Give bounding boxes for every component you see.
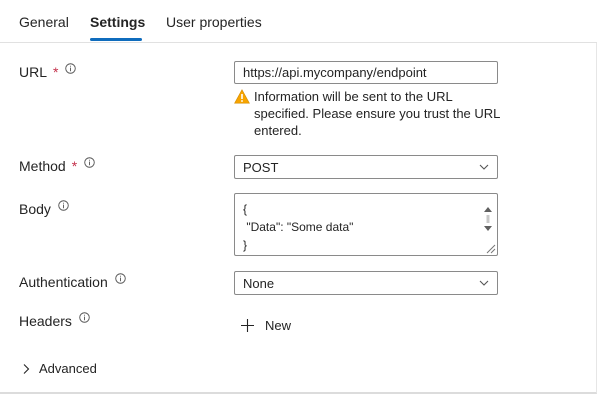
tab-general[interactable]: General xyxy=(19,14,69,30)
tab-settings[interactable]: Settings xyxy=(90,14,145,30)
chevron-down-icon xyxy=(479,280,489,286)
url-label-row: URL * xyxy=(19,62,77,80)
url-input[interactable]: https://api.mycompany/endpoint xyxy=(234,61,498,84)
warning-line-3: entered. xyxy=(254,123,302,138)
warning-line-1: Information will be sent to the URL xyxy=(254,89,453,104)
active-tab-indicator xyxy=(90,38,142,41)
warning-icon xyxy=(234,89,250,104)
body-textarea[interactable]: { "Data": "Some data" } xyxy=(234,193,498,256)
method-label-row: Method * xyxy=(19,156,95,174)
info-icon[interactable] xyxy=(58,199,69,211)
body-label: Body xyxy=(19,201,51,217)
resize-handle[interactable] xyxy=(484,242,496,254)
textarea-scrollbar[interactable] xyxy=(481,198,495,238)
info-icon[interactable] xyxy=(65,62,77,74)
url-warning: Information will be sent to the URL spec… xyxy=(234,88,504,139)
info-icon[interactable] xyxy=(84,156,95,168)
info-icon[interactable] xyxy=(115,272,126,284)
body-textarea-value: { "Data": "Some data" } xyxy=(243,202,354,252)
chevron-right-icon xyxy=(23,363,30,374)
authentication-label-row: Authentication xyxy=(19,272,126,290)
body-label-row: Body xyxy=(19,199,69,217)
headers-label: Headers xyxy=(19,313,72,329)
authentication-selected-value: None xyxy=(243,276,275,291)
authentication-select[interactable]: None xyxy=(234,271,498,295)
url-label: URL xyxy=(19,64,48,80)
tab-bar: General Settings User properties xyxy=(0,0,597,43)
new-header-button[interactable]: New xyxy=(240,318,291,333)
headers-label-row: Headers xyxy=(19,311,90,329)
warning-line-2: specified. Please ensure you trust the U… xyxy=(254,106,501,121)
chevron-down-icon xyxy=(479,164,489,170)
advanced-label: Advanced xyxy=(39,361,97,376)
method-selected-value: POST xyxy=(243,160,279,175)
plus-icon xyxy=(241,319,254,332)
method-select[interactable]: POST xyxy=(234,155,498,179)
method-required-mark: * xyxy=(71,158,78,174)
info-icon[interactable] xyxy=(79,311,90,323)
url-input-value: https://api.mycompany/endpoint xyxy=(243,65,427,80)
url-required-mark: * xyxy=(53,64,59,80)
advanced-toggle[interactable]: Advanced xyxy=(22,361,97,376)
settings-panel: General Settings User properties URL * h… xyxy=(0,0,597,394)
method-label: Method xyxy=(19,158,66,174)
new-header-label: New xyxy=(265,318,292,333)
tab-user-properties[interactable]: User properties xyxy=(166,14,262,30)
authentication-label: Authentication xyxy=(19,274,108,290)
